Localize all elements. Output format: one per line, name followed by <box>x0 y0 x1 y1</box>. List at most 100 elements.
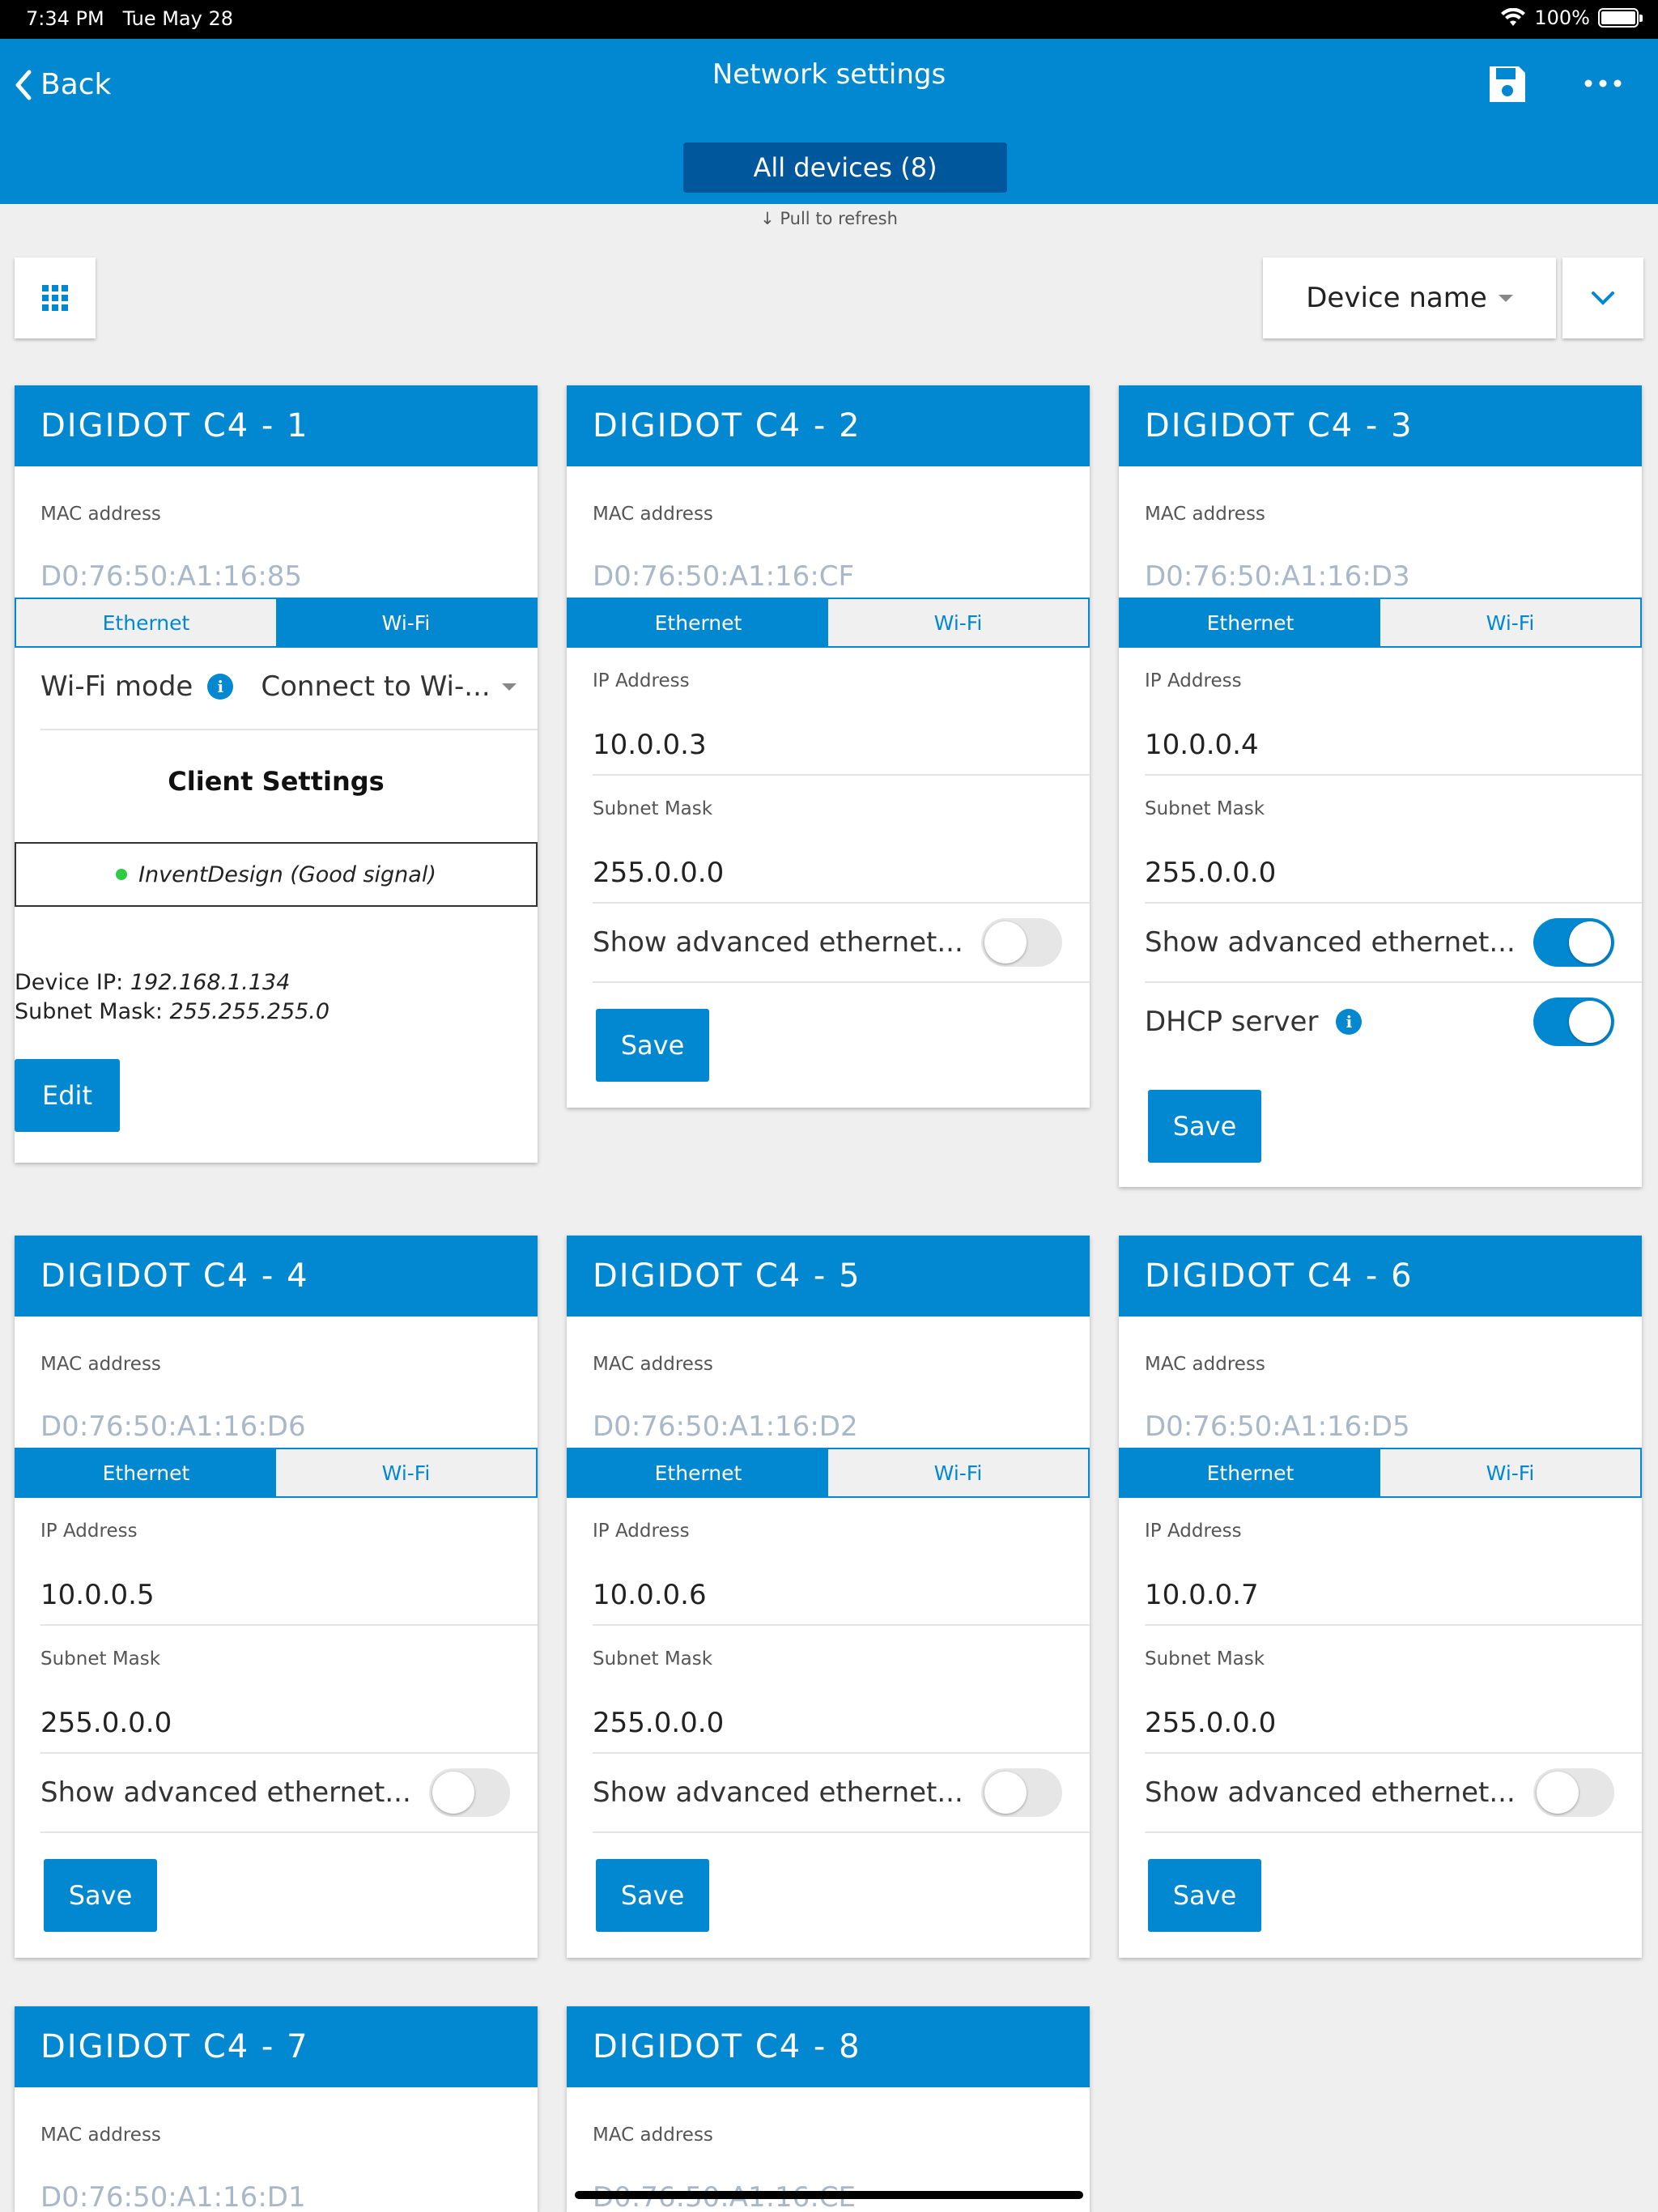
subnet-value[interactable]: 255.0.0.0 <box>1145 857 1276 889</box>
caret-down-icon <box>501 683 517 691</box>
divider <box>1145 1752 1642 1754</box>
subnet-label: Subnet Mask <box>1145 1648 1265 1670</box>
subnet-label: Subnet Mask <box>593 798 713 819</box>
mac-value: D0:76:50:A1:16:D2 <box>593 1410 858 1443</box>
wifi-mode-select[interactable]: Connect to Wi-... <box>261 670 517 703</box>
ip-label: IP Address <box>1145 670 1242 691</box>
connection-tabs: Ethernet Wi-Fi <box>1119 598 1642 648</box>
ip-value[interactable]: 10.0.0.6 <box>593 1579 707 1611</box>
device-card: DIGIDOT C4 - 6 MAC address D0:76:50:A1:1… <box>1119 1236 1642 1958</box>
subnet-value[interactable]: 255.0.0.0 <box>593 857 724 889</box>
more-icon[interactable] <box>1580 71 1626 96</box>
subnet-value[interactable]: 255.0.0.0 <box>593 1707 724 1739</box>
mac-label: MAC address <box>593 504 713 525</box>
all-devices-button[interactable]: All devices (8) <box>683 143 1007 193</box>
subnet-label: Subnet Mask <box>593 1648 713 1670</box>
advanced-ethernet-label: Show advanced ethernet... <box>593 926 963 959</box>
tab-ethernet[interactable]: Ethernet <box>1120 1449 1380 1496</box>
advanced-ethernet-toggle[interactable] <box>981 1768 1062 1817</box>
sort-value: Device name <box>1306 282 1487 314</box>
mac-value: D0:76:50:A1:16:D5 <box>1145 1410 1410 1443</box>
tab-ethernet[interactable]: Ethernet <box>16 1449 276 1496</box>
advanced-ethernet-toggle[interactable] <box>981 918 1062 967</box>
dhcp-toggle[interactable] <box>1533 998 1614 1046</box>
device-name: DIGIDOT C4 - 7 <box>15 2006 538 2087</box>
sort-select[interactable]: Device name <box>1263 257 1556 338</box>
mac-label: MAC address <box>593 2125 713 2146</box>
mac-value: D0:76:50:A1:16:D1 <box>40 2181 306 2212</box>
battery-icon <box>1598 8 1643 28</box>
tab-ethernet[interactable]: Ethernet <box>568 1449 828 1496</box>
pull-to-refresh-hint: ↓ Pull to refresh <box>760 209 898 228</box>
mac-label: MAC address <box>593 1354 713 1375</box>
ip-value[interactable]: 10.0.0.3 <box>593 729 707 761</box>
connection-tabs: Ethernet Wi-Fi <box>15 598 538 648</box>
subnet-value[interactable]: 255.0.0.0 <box>1145 1707 1276 1739</box>
ip-label: IP Address <box>40 1521 138 1542</box>
subnet-label: Subnet Mask: <box>15 999 163 1024</box>
ip-label: IP Address <box>593 1521 690 1542</box>
home-indicator[interactable] <box>575 2191 1083 2199</box>
ip-value[interactable]: 10.0.0.5 <box>40 1579 155 1611</box>
advanced-ethernet-label: Show advanced ethernet... <box>593 1776 963 1809</box>
device-name: DIGIDOT C4 - 8 <box>567 2006 1090 2087</box>
ip-value[interactable]: 10.0.0.7 <box>1145 1579 1259 1611</box>
dhcp-label: DHCP server <box>1145 1006 1319 1038</box>
save-button[interactable]: Save <box>1148 1859 1261 1932</box>
mac-value: D0:76:50:A1:16:85 <box>40 560 303 593</box>
tab-wifi[interactable]: Wi-Fi <box>1380 1449 1640 1496</box>
divider <box>593 1752 1090 1754</box>
battery-percent: 100% <box>1534 6 1590 29</box>
advanced-ethernet-toggle[interactable] <box>429 1768 510 1817</box>
tab-ethernet[interactable]: Ethernet <box>1120 599 1380 646</box>
info-icon[interactable]: i <box>1336 1009 1363 1035</box>
status-right: 100% <box>1500 6 1643 29</box>
connection-tabs: Ethernet Wi-Fi <box>15 1448 538 1498</box>
ip-value[interactable]: 10.0.0.4 <box>1145 729 1259 761</box>
device-ip-row: Device IP: 192.168.1.134 <box>15 970 290 995</box>
divider <box>593 774 1090 776</box>
tab-wifi[interactable]: Wi-Fi <box>828 1449 1088 1496</box>
save-button[interactable]: Save <box>1148 1090 1261 1163</box>
grid-view-button[interactable] <box>15 257 96 338</box>
advanced-ethernet-toggle[interactable] <box>1533 1768 1614 1817</box>
device-name: DIGIDOT C4 - 1 <box>15 385 538 466</box>
save-icon[interactable] <box>1486 63 1528 105</box>
mac-value: D0:76:50:A1:16:D6 <box>40 1410 306 1443</box>
grid-icon <box>42 285 68 311</box>
tab-ethernet[interactable]: Ethernet <box>568 599 828 646</box>
chevron-down-icon <box>1592 291 1614 305</box>
device-card: DIGIDOT C4 - 5 MAC address D0:76:50:A1:1… <box>567 1236 1090 1958</box>
subnet-value[interactable]: 255.0.0.0 <box>40 1707 172 1739</box>
save-button[interactable]: Save <box>44 1859 157 1932</box>
mac-value: D0:76:50:A1:16:D3 <box>1145 560 1410 593</box>
device-card: DIGIDOT C4 - 2 MAC address D0:76:50:A1:1… <box>567 385 1090 1108</box>
device-name: DIGIDOT C4 - 3 <box>1119 385 1642 466</box>
advanced-ethernet-label: Show advanced ethernet... <box>40 1776 411 1809</box>
device-card: DIGIDOT C4 - 3 MAC address D0:76:50:A1:1… <box>1119 385 1642 1187</box>
advanced-ethernet-toggle[interactable] <box>1533 918 1614 967</box>
tab-wifi[interactable]: Wi-Fi <box>1380 599 1640 646</box>
divider <box>1145 981 1642 983</box>
divider <box>1145 1831 1642 1833</box>
tab-wifi[interactable]: Wi-Fi <box>276 1449 536 1496</box>
dhcp-row: DHCP server i <box>1145 1006 1363 1038</box>
device-ip-value: 192.168.1.134 <box>130 970 291 995</box>
tab-ethernet[interactable]: Ethernet <box>16 599 276 646</box>
sort-direction-button[interactable] <box>1562 257 1643 338</box>
divider <box>40 729 538 730</box>
info-icon[interactable]: i <box>207 674 234 700</box>
divider <box>593 902 1090 904</box>
mac-label: MAC address <box>40 504 161 525</box>
status-time: 7:34 PM Tue May 28 <box>26 7 233 30</box>
device-card: DIGIDOT C4 - 8 MAC address D0:76:50:A1:1… <box>567 2006 1090 2212</box>
save-button[interactable]: Save <box>596 1009 709 1082</box>
tab-wifi[interactable]: Wi-Fi <box>828 599 1088 646</box>
wifi-mode-value: Connect to Wi-... <box>261 670 491 703</box>
save-button[interactable]: Save <box>596 1859 709 1932</box>
device-name: DIGIDOT C4 - 4 <box>15 1236 538 1317</box>
network-item[interactable]: InventDesign (Good signal) <box>15 842 538 907</box>
subnet-row: Subnet Mask: 255.255.255.0 <box>15 999 329 1024</box>
tab-wifi[interactable]: Wi-Fi <box>276 599 536 646</box>
edit-button[interactable]: Edit <box>15 1059 120 1132</box>
